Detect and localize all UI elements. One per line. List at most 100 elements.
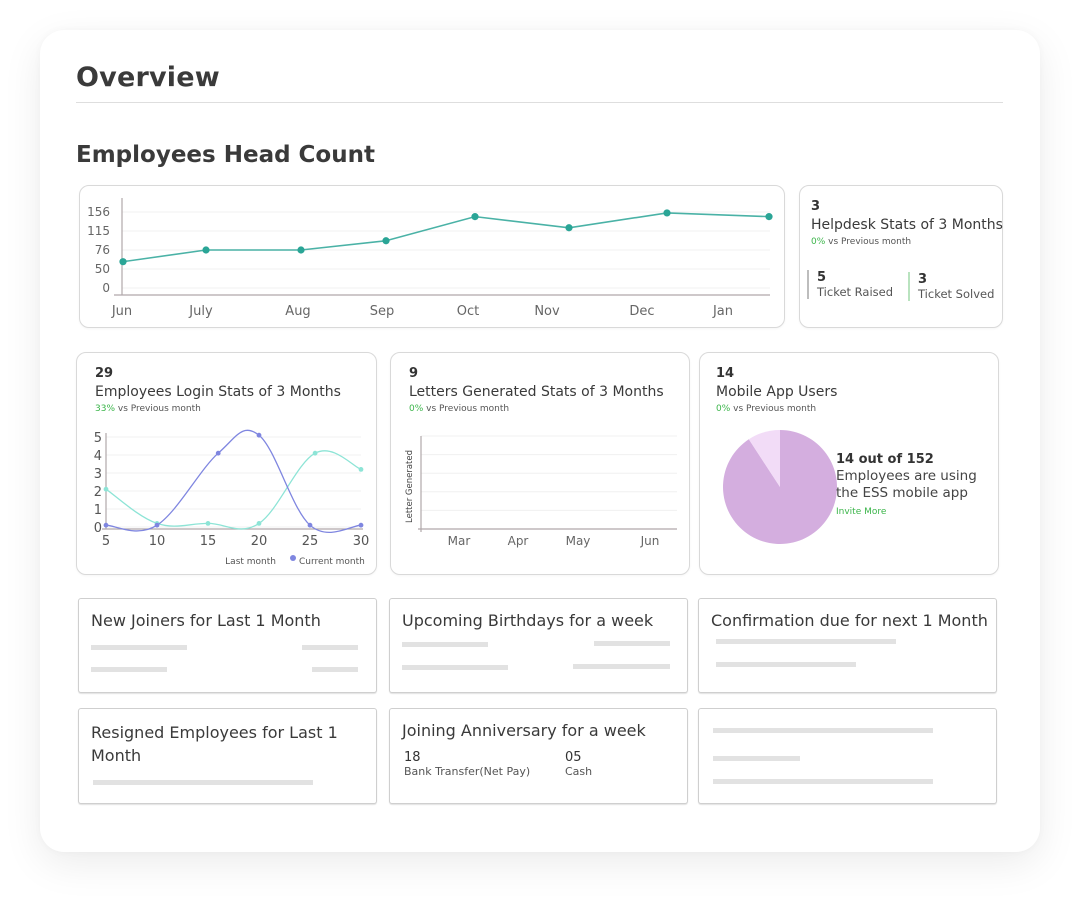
- change-suffix: vs Previous month: [825, 237, 912, 247]
- title-divider: [76, 102, 1003, 103]
- section-title: Employees Head Count: [76, 142, 375, 168]
- placeholder-line: [716, 662, 856, 667]
- x-tick-label: Jan: [712, 304, 733, 319]
- data-point: [312, 450, 318, 456]
- page-title: Overview: [76, 62, 220, 93]
- placeholder-line: [402, 642, 488, 647]
- x-tick-label: 30: [353, 534, 370, 549]
- y-tick-label: 5: [94, 431, 102, 446]
- placeholder-line: [713, 756, 800, 761]
- data-point: [154, 522, 160, 528]
- y-tick-label: 115: [87, 224, 110, 238]
- headcount-line: [122, 212, 770, 263]
- payment-label: Bank Transfer(Net Pay): [404, 765, 531, 778]
- ticket-solved-label: Ticket Solved: [918, 287, 995, 301]
- data-point: [256, 521, 262, 526]
- x-tick-label: 20: [251, 534, 268, 549]
- data-point: [215, 450, 221, 456]
- y-tick-label: 2: [94, 485, 102, 500]
- legend-last-month: Last month: [225, 557, 276, 567]
- x-tick-label: Dec: [629, 304, 654, 319]
- data-point: [765, 213, 773, 221]
- placeholder-line: [312, 667, 358, 672]
- data-point: [471, 213, 479, 221]
- mobile-summary-head: 14 out of 152: [836, 452, 934, 467]
- x-tick-label: 10: [149, 534, 166, 549]
- ticket-raised: 5 Ticket Raised: [807, 270, 893, 299]
- confirmation-title: Confirmation due for next 1 Month: [711, 611, 988, 630]
- y-tick-label: 50: [95, 262, 110, 276]
- data-point: [307, 522, 313, 528]
- data-point: [202, 246, 210, 254]
- y-tick-label: 1: [94, 503, 102, 518]
- payment-label: Cash: [565, 765, 593, 778]
- legend-current-marker: [290, 555, 296, 561]
- placeholder-line: [716, 639, 896, 644]
- birthdays-card[interactable]: Upcoming Birthdays for a week: [389, 598, 688, 693]
- y-tick-label: 0: [102, 281, 110, 295]
- data-point: [103, 486, 109, 492]
- anniversary-title: Joining Anniversary for a week: [402, 721, 646, 740]
- last-month-line: [105, 450, 362, 530]
- payment-cash: 05 Cash: [565, 750, 592, 778]
- login-stats-card[interactable]: 29 Employees Login Stats of 3 Months 33%…: [76, 352, 377, 575]
- data-point: [358, 522, 364, 528]
- change-value: 0%: [811, 237, 826, 247]
- placeholder-line: [91, 645, 187, 650]
- x-tick-label: 15: [200, 534, 217, 549]
- x-tick-label: Sep: [370, 304, 395, 319]
- x-tick-label: Apr: [508, 534, 529, 548]
- ticket-solved-value: 3: [918, 272, 928, 287]
- placeholder-line: [402, 665, 508, 670]
- login-chart: 0 1 2 3 4 5 5 10 15 20 25 30 Last month Current month: [94, 429, 370, 567]
- letters-chart: Mar Apr May Jun Letter Generated: [405, 435, 677, 548]
- mobile-users-card[interactable]: 14 Mobile App Users 0% vs Previous month…: [699, 352, 999, 575]
- x-tick-label: Jun: [111, 304, 132, 319]
- x-tick-label: 25: [302, 534, 319, 549]
- data-point: [103, 522, 109, 528]
- new-joiners-card[interactable]: New Joiners for Last 1 Month: [78, 598, 377, 693]
- x-tick-label: Nov: [534, 304, 560, 319]
- invite-more-link[interactable]: Invite More: [836, 507, 977, 517]
- headcount-chart: 0 50 76 115 156 Jun July Aug Sep Oct Nov Dec Jan: [87, 198, 773, 319]
- payment-value: 18: [404, 750, 421, 765]
- data-point: [565, 224, 573, 232]
- headcount-chart-card: 0 50 76 115 156 Jun July Aug Sep Oct Nov Dec Jan: [79, 185, 785, 328]
- helpdesk-title: Helpdesk Stats of 3 Months: [811, 217, 1003, 233]
- anniversary-card[interactable]: Joining Anniversary for a week 18 Bank T…: [389, 708, 688, 804]
- resigned-title: Resigned Employees for Last 1 Month: [91, 723, 338, 765]
- y-tick-label: 0: [94, 521, 102, 536]
- ticket-solved: 3 Ticket Solved: [908, 272, 994, 301]
- data-point: [205, 521, 211, 526]
- confirmation-card[interactable]: Confirmation due for next 1 Month: [698, 598, 997, 693]
- resigned-card[interactable]: Resigned Employees for Last 1 Month: [78, 708, 377, 804]
- x-tick-label: Aug: [285, 304, 310, 319]
- ticket-raised-label: Ticket Raised: [817, 285, 894, 299]
- y-tick-label: 4: [94, 449, 102, 464]
- letters-stats-card[interactable]: 9 Letters Generated Stats of 3 Months 0%…: [390, 352, 690, 575]
- data-point: [119, 258, 127, 266]
- helpdesk-change: 0% vs Previous month: [811, 237, 1003, 247]
- ticket-raised-value: 5: [817, 270, 827, 285]
- mobile-summary-line1: Employees are using: [836, 468, 977, 484]
- x-tick-label: July: [188, 304, 213, 319]
- helpdesk-stats-card[interactable]: 3 Helpdesk Stats of 3 Months 0% vs Previ…: [799, 185, 1003, 328]
- data-point: [256, 432, 262, 438]
- placeholder-line: [713, 779, 933, 784]
- mobile-summary-line2: the ESS mobile app: [836, 485, 968, 501]
- data-point: [297, 246, 305, 254]
- legend-current-month: Current month: [299, 557, 365, 567]
- placeholder-line: [302, 645, 358, 650]
- y-tick-label: 3: [94, 467, 102, 482]
- birthdays-title: Upcoming Birthdays for a week: [402, 611, 654, 630]
- data-point: [358, 467, 364, 472]
- mobile-summary: 14 out of 152 Employees are using the ES…: [836, 452, 977, 517]
- x-tick-label: 5: [102, 534, 110, 549]
- y-tick-label: 156: [87, 205, 110, 219]
- x-tick-label: Oct: [457, 304, 479, 319]
- payment-bank: 18 Bank Transfer(Net Pay): [404, 750, 530, 778]
- new-joiners-title: New Joiners for Last 1 Month: [91, 611, 321, 630]
- x-tick-label: Mar: [448, 534, 471, 548]
- data-point: [663, 209, 671, 217]
- helpdesk-count: 3: [811, 199, 821, 214]
